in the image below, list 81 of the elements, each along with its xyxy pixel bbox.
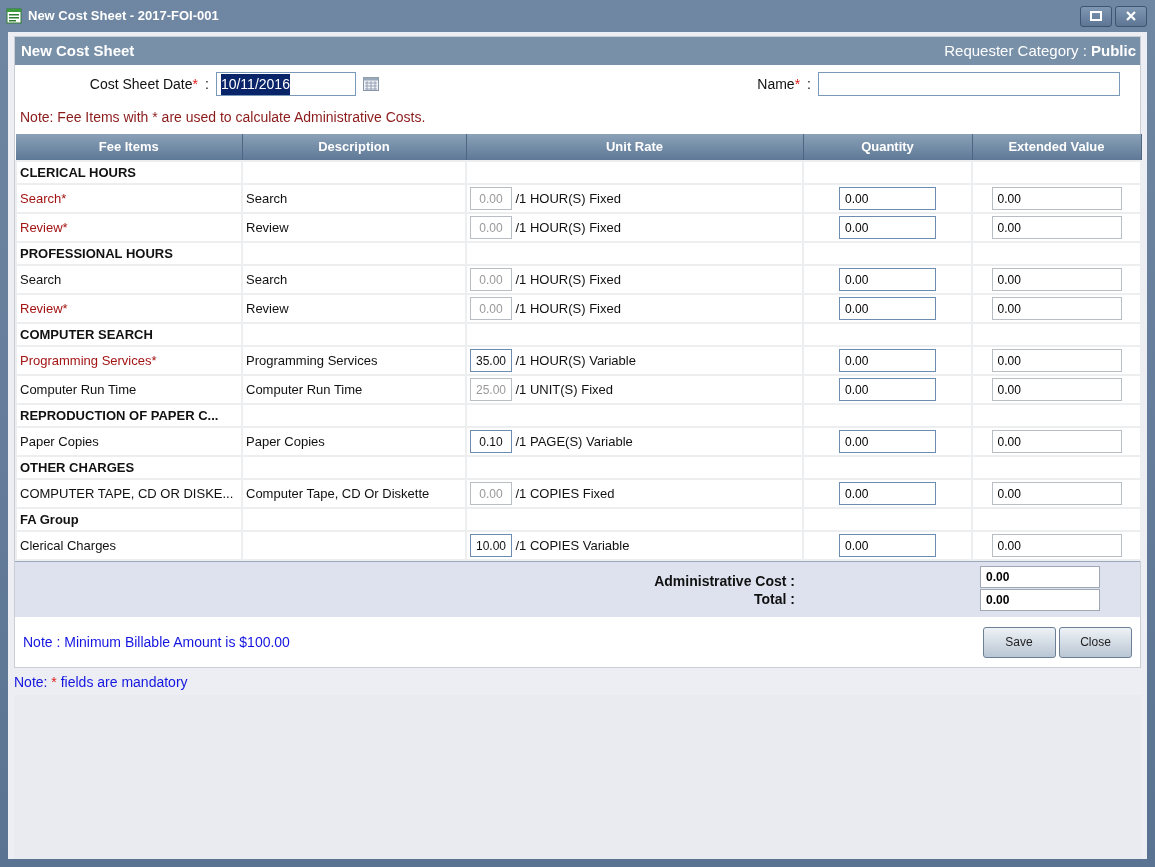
date-field[interactable]: 10/11/2016 — [215, 72, 356, 96]
requester-category: Requester Category : Public — [944, 40, 1136, 61]
quantity-field[interactable]: 0.00 — [839, 534, 936, 557]
group-heading: FA Group — [16, 508, 242, 531]
column-header: Description — [242, 134, 466, 161]
group-heading: REPRODUCTION OF PAPER C... — [16, 404, 242, 427]
rate-field[interactable]: 35.00 — [470, 349, 512, 372]
colon-text: : — [205, 74, 209, 94]
extended-value-field[interactable]: 0.00 — [991, 187, 1122, 210]
unit-text: /1 HOUR(S) Fixed — [515, 189, 621, 208]
action-button[interactable]: Save — [982, 626, 1056, 658]
fee-item-cell: COMPUTER TAPE, CD OR DISKE... — [16, 479, 242, 508]
window-title: New Cost Sheet - 2017-FOI-001 — [28, 7, 219, 26]
fee-item-cell: Computer Run Time — [16, 375, 242, 404]
unit-text: /1 COPIES Fixed — [515, 484, 615, 503]
unit-text: /1 HOUR(S) Variable — [515, 351, 636, 370]
summary-field[interactable]: 0.00 — [980, 589, 1100, 611]
fee-item-cell: Review* — [16, 294, 242, 323]
extended-value-field[interactable]: 0.00 — [991, 268, 1122, 291]
maximize-icon — [1089, 11, 1102, 21]
summary-label: Total : — [753, 590, 795, 608]
form-icon — [6, 8, 22, 24]
column-header: Fee Items — [16, 134, 242, 161]
fee-items-note: Note: Fee Items with * are used to calculate Administrative Costs. — [19, 108, 427, 127]
maximize-button[interactable] — [1079, 5, 1112, 27]
description-cell: Paper Copies — [242, 427, 466, 456]
fee-item-cell: Paper Copies — [16, 427, 242, 456]
date-label: Cost Sheet Date* — [89, 75, 198, 92]
column-header: Unit Rate — [466, 134, 803, 161]
summary-label: Administrative Cost : — [653, 572, 795, 590]
close-icon — [1126, 11, 1136, 21]
quantity-field[interactable]: 0.00 — [839, 430, 936, 453]
column-header: Extended Value — [972, 134, 1141, 161]
extended-value-field[interactable]: 0.00 — [991, 482, 1122, 505]
fee-item-cell: Search — [16, 265, 242, 294]
quantity-field[interactable]: 0.00 — [839, 297, 936, 320]
unit-text: /1 PAGE(S) Variable — [515, 432, 633, 451]
description-cell: Review — [242, 213, 466, 242]
extended-value-field[interactable]: 0.00 — [991, 297, 1122, 320]
group-heading: CLERICAL HOURS — [16, 161, 242, 184]
extended-value-field[interactable]: 0.00 — [991, 349, 1122, 372]
colon-text: : — [807, 74, 811, 94]
calendar-icon[interactable] — [362, 77, 379, 91]
unit-text: /1 COPIES Variable — [515, 536, 630, 555]
unit-text: /1 HOUR(S) Fixed — [515, 299, 621, 318]
description-cell: Computer Run Time — [242, 375, 466, 404]
description-cell: Search — [242, 265, 466, 294]
extended-value-field[interactable]: 0.00 — [991, 534, 1122, 557]
mandatory-note: Note: * fields are mandatory — [14, 673, 189, 692]
quantity-field[interactable]: 0.00 — [839, 216, 936, 239]
fee-item-cell: Search* — [16, 184, 242, 213]
minimum-amount-note: Note : Minimum Billable Amount is $100.00 — [23, 632, 290, 652]
unit-text: /1 HOUR(S) Fixed — [515, 270, 621, 289]
description-cell: Search — [242, 184, 466, 213]
rate-field[interactable]: 0.10 — [470, 430, 512, 453]
action-button[interactable]: Close — [1059, 626, 1132, 658]
description-cell: Programming Services — [242, 346, 466, 375]
summary-field[interactable]: 0.00 — [980, 566, 1100, 588]
quantity-field[interactable]: 0.00 — [839, 268, 936, 291]
description-cell: Computer Tape, CD Or Diskette — [242, 479, 466, 508]
name-field[interactable] — [818, 72, 1120, 96]
group-heading: PROFESSIONAL HOURS — [16, 242, 242, 265]
group-heading: OTHER CHARGES — [16, 456, 242, 479]
extended-value-field[interactable]: 0.00 — [991, 216, 1122, 239]
rate-field[interactable]: 10.00 — [470, 534, 512, 557]
fee-item-cell: Review* — [16, 213, 242, 242]
unit-text: /1 UNIT(S) Fixed — [515, 380, 613, 399]
quantity-field[interactable]: 0.00 — [839, 482, 936, 505]
extended-value-field[interactable]: 0.00 — [991, 430, 1122, 453]
quantity-field[interactable]: 0.00 — [839, 349, 936, 372]
description-cell: Review — [242, 294, 466, 323]
fee-item-cell: Programming Services* — [16, 346, 242, 375]
close-button[interactable] — [1115, 5, 1147, 27]
name-label: Name* — [757, 74, 801, 94]
column-header: Quantity — [803, 134, 972, 161]
extended-value-field[interactable]: 0.00 — [991, 378, 1122, 401]
quantity-field[interactable]: 0.00 — [839, 187, 936, 210]
quantity-field[interactable]: 0.00 — [839, 378, 936, 401]
panel-title: New Cost Sheet — [21, 40, 135, 61]
unit-text: /1 HOUR(S) Fixed — [515, 218, 621, 237]
group-heading: COMPUTER SEARCH — [16, 323, 242, 346]
